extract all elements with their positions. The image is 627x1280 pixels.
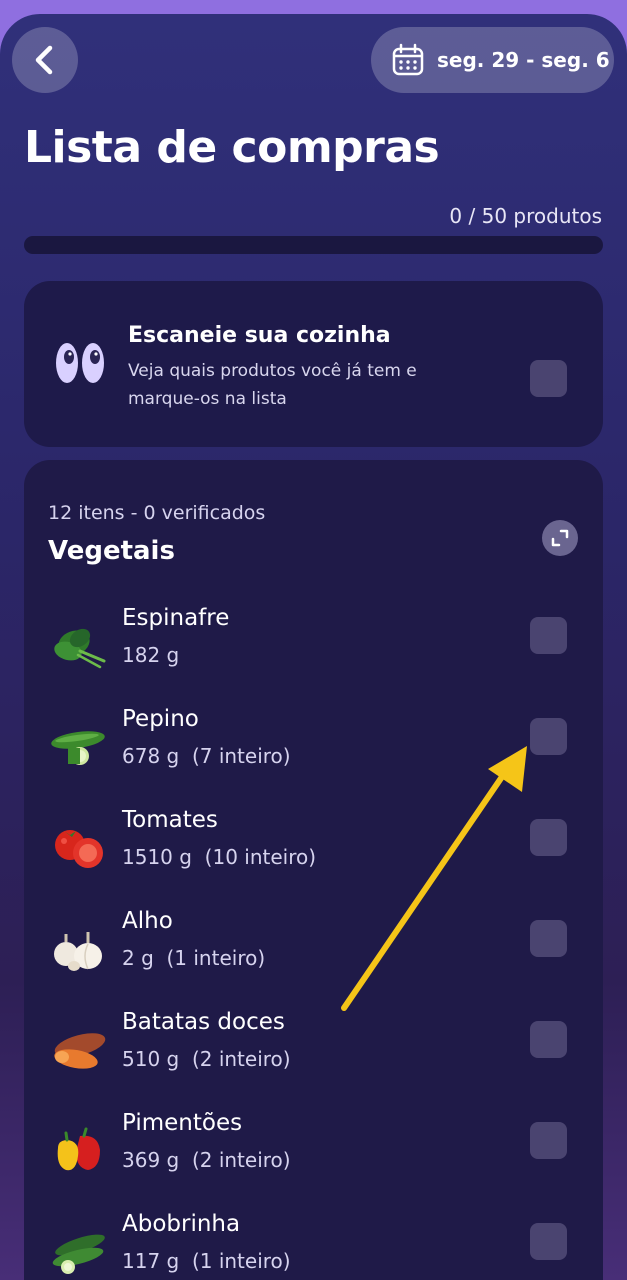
item-checkbox[interactable] xyxy=(530,1223,567,1260)
item-quantity: 678 g (7 inteiro) xyxy=(122,744,291,768)
item-name: Batatas doces xyxy=(122,1009,285,1035)
tomato-icon xyxy=(55,830,103,868)
scan-card-checkbox[interactable] xyxy=(530,360,567,397)
expand-icon xyxy=(551,529,569,547)
item-name: Pimentões xyxy=(122,1110,243,1136)
scan-card-title: Escaneie sua cozinha xyxy=(128,323,391,348)
page-title: Lista de compras xyxy=(24,122,440,173)
list-item[interactable]: Alho 2 g (1 inteiro) xyxy=(24,908,603,1008)
item-checkbox[interactable] xyxy=(530,718,567,755)
spinach-icon xyxy=(54,628,106,669)
list-item[interactable]: Tomates 1510 g (10 inteiro) xyxy=(24,807,603,907)
item-name: Tomates xyxy=(122,807,218,833)
item-quantity: 2 g (1 inteiro) xyxy=(122,946,266,970)
cucumber-icon xyxy=(51,731,105,765)
item-name: Espinafre xyxy=(122,605,230,631)
garlic-icon xyxy=(54,932,102,971)
list-item[interactable]: Abobrinha 117 g (1 inteiro) xyxy=(24,1211,603,1280)
date-range-label: seg. 29 - seg. 6 xyxy=(437,48,610,72)
item-quantity: 182 g xyxy=(122,643,180,667)
item-checkbox[interactable] xyxy=(530,1122,567,1159)
sweet-potato-icon xyxy=(54,1033,106,1069)
item-name: Alho xyxy=(122,908,173,934)
scan-card-description: Veja quais produtos você já tem e marque… xyxy=(128,361,417,409)
eyes-icon xyxy=(56,343,104,383)
back-button[interactable] xyxy=(12,27,78,93)
list-item[interactable]: Batatas doces 510 g (2 inteiro) xyxy=(24,1009,603,1109)
list-item[interactable]: Pepino 678 g (7 inteiro) xyxy=(24,706,603,806)
item-quantity: 117 g (1 inteiro) xyxy=(122,1249,291,1273)
list-item[interactable]: Espinafre 182 g xyxy=(24,605,603,705)
product-count: 0 / 50 produtos xyxy=(449,204,602,228)
item-quantity: 1510 g (10 inteiro) xyxy=(122,845,317,869)
expand-button[interactable] xyxy=(542,520,578,556)
item-name: Abobrinha xyxy=(122,1211,241,1237)
item-checkbox[interactable] xyxy=(530,617,567,654)
item-checkbox[interactable] xyxy=(530,1021,567,1058)
zucchini-icon xyxy=(52,1234,105,1274)
item-quantity: 510 g (2 inteiro) xyxy=(122,1047,291,1071)
section-meta: 12 itens - 0 verificados xyxy=(48,502,266,524)
item-checkbox[interactable] xyxy=(530,819,567,856)
date-range-selector[interactable]: seg. 29 - seg. 6 xyxy=(371,27,614,93)
list-item[interactable]: Pimentões 369 g (2 inteiro) xyxy=(24,1110,603,1210)
item-quantity: 369 g (2 inteiro) xyxy=(122,1148,291,1172)
vegetables-section: 12 itens - 0 verificados Vegetais Espina… xyxy=(24,460,603,1280)
item-checkbox[interactable] xyxy=(530,920,567,957)
item-name: Pepino xyxy=(122,706,199,732)
scan-kitchen-card[interactable]: Escaneie sua cozinha Veja quais produtos… xyxy=(24,281,603,447)
screen: seg. 29 - seg. 6 Lista de compras 0 / 50… xyxy=(0,14,627,1280)
bell-pepper-icon xyxy=(57,1127,100,1171)
calendar-icon xyxy=(392,43,424,76)
section-title: Vegetais xyxy=(48,536,175,566)
progress-bar xyxy=(24,236,603,254)
chevron-left-icon xyxy=(35,45,53,75)
